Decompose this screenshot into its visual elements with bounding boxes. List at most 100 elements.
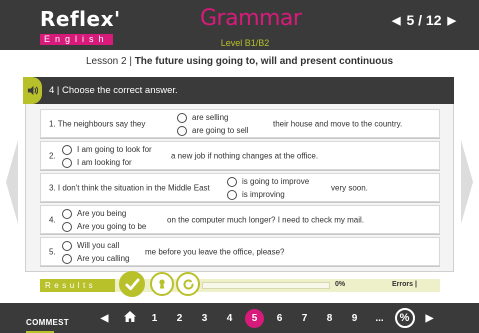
option-label: is improving: [242, 190, 285, 199]
home-icon: [123, 311, 136, 322]
exercise-instruction: 4 | Choose the correct answer.: [49, 85, 178, 96]
app-footer: COMMEST ◀ 1 2 3 4 5 6 7 8 9 ... % ▶: [0, 303, 479, 333]
question-text-before: 4.: [49, 215, 56, 224]
brand-logo: Reflex' English: [40, 9, 130, 47]
pager-count: 5 / 12: [406, 12, 442, 28]
radio-button[interactable]: [177, 125, 187, 136]
question-text-after: on the computer much longer? I need to c…: [167, 215, 364, 224]
radio-button[interactable]: [62, 240, 72, 251]
results-label: Results: [40, 279, 115, 292]
answer-option[interactable]: is going to improve: [227, 175, 309, 188]
option-label: I am going to look for: [77, 145, 152, 154]
option-label: Are you calling: [77, 254, 130, 263]
answer-option[interactable]: Are you being: [62, 207, 146, 220]
nav-page-3[interactable]: 3: [192, 313, 217, 324]
check-icon: [124, 277, 140, 290]
section-title: Grammar: [200, 6, 302, 31]
hint-button[interactable]: [150, 272, 174, 296]
question-row: 1. The neighbours say they are selling a…: [40, 109, 440, 138]
radio-button[interactable]: [62, 208, 72, 219]
errors-count: Errors |: [392, 281, 417, 288]
question-text-before: 3. I don't think the situation in the Mi…: [49, 183, 210, 192]
commest-brand: COMMEST: [26, 318, 69, 327]
app-header: Reflex' English Grammar Level B1/B2 ◀ 5 …: [0, 0, 479, 50]
nav-prev-icon[interactable]: ◀: [92, 313, 117, 324]
speaker-icon: [27, 85, 38, 96]
question-text-after: a new job if nothing changes at the offi…: [171, 151, 319, 160]
lesson-prefix: Lesson 2 |: [85, 56, 135, 67]
nav-page-7[interactable]: 7: [292, 313, 317, 324]
question-row: 2. I am going to look for I am looking f…: [40, 141, 440, 170]
option-label: are selling: [192, 113, 229, 122]
nav-score-button[interactable]: %: [392, 308, 417, 328]
results-bar: Results 0% Errors |: [40, 271, 440, 297]
previous-page-arrow-icon[interactable]: [6, 140, 18, 224]
option-label: Are you going to be: [77, 222, 147, 231]
option-label: is going to improve: [242, 177, 310, 186]
pager-prev-icon[interactable]: ◀: [392, 14, 400, 27]
answer-options: I am going to look for I am looking for: [62, 143, 152, 169]
keyhole-icon: [159, 279, 165, 289]
question-list: 1. The neighbours say they are selling a…: [40, 109, 440, 269]
refresh-icon: [183, 278, 194, 290]
radio-button[interactable]: [227, 189, 237, 200]
answer-options: are selling are going to sell: [177, 111, 248, 137]
option-label: I am looking for: [77, 158, 132, 167]
option-label: are going to sell: [192, 126, 249, 135]
brand-name: Reflex': [40, 7, 121, 31]
question-text-after: me before you leave the office, please?: [145, 247, 285, 256]
answer-options: is going to improve is improving: [227, 175, 309, 201]
score-percent: 0%: [335, 281, 346, 288]
radio-button[interactable]: [227, 176, 237, 187]
exercise-card: 4 | Choose the correct answer. 1. The ne…: [23, 77, 454, 272]
next-page-arrow-icon[interactable]: [461, 140, 473, 224]
nav-page-5-current[interactable]: 5: [242, 308, 267, 328]
reset-button[interactable]: [176, 272, 200, 296]
option-label: Will you call: [77, 241, 120, 250]
answer-option[interactable]: I am going to look for: [62, 143, 152, 156]
radio-button[interactable]: [62, 144, 72, 155]
nav-page-1[interactable]: 1: [142, 313, 167, 324]
current-page-badge: 5: [245, 308, 264, 328]
question-text-after: their house and move to the country.: [273, 119, 403, 128]
answer-option[interactable]: is improving: [227, 188, 309, 201]
answer-options: Are you being Are you going to be: [62, 207, 146, 233]
exercise-header: 4 | Choose the correct answer.: [23, 77, 454, 104]
score-progress-bar: [202, 282, 330, 289]
brand-subtitle: English: [40, 34, 113, 45]
question-text-before: 5.: [49, 247, 56, 256]
nav-home-button[interactable]: [117, 311, 142, 325]
nav-page-8[interactable]: 8: [317, 313, 342, 324]
nav-page-6[interactable]: 6: [267, 313, 292, 324]
radio-button[interactable]: [62, 253, 72, 264]
answer-option[interactable]: are selling: [177, 111, 248, 124]
answer-option[interactable]: Are you going to be: [62, 220, 146, 233]
level-label: Level B1/B2: [220, 38, 270, 48]
question-text-after: very soon.: [331, 183, 368, 192]
exercise-pager: ◀ 5 / 12 ▶: [392, 12, 456, 28]
answer-options: Will you call Are you calling: [62, 239, 129, 265]
question-text-before: 1. The neighbours say they: [49, 119, 146, 128]
nav-page-9[interactable]: 9: [342, 313, 367, 324]
answer-option[interactable]: are going to sell: [177, 124, 248, 137]
answer-option[interactable]: Are you calling: [62, 252, 129, 265]
option-label: Are you being: [77, 209, 127, 218]
nav-next-icon[interactable]: ▶: [417, 313, 442, 324]
nav-more[interactable]: ...: [367, 313, 392, 324]
pager-next-icon[interactable]: ▶: [448, 14, 456, 27]
radio-button[interactable]: [62, 221, 72, 232]
lesson-title: Lesson 2 | The future using going to, wi…: [0, 56, 479, 67]
audio-button[interactable]: [23, 77, 42, 104]
percent-icon: %: [394, 308, 415, 328]
answer-option[interactable]: Will you call: [62, 239, 129, 252]
answer-option[interactable]: I am looking for: [62, 156, 152, 169]
radio-button[interactable]: [62, 157, 72, 168]
lesson-name: The future using going to, will and pres…: [134, 56, 394, 67]
radio-button[interactable]: [177, 112, 187, 123]
question-row: 5. Will you call Are you calling me befo…: [40, 237, 440, 266]
check-answers-button[interactable]: [119, 271, 145, 297]
nav-page-4[interactable]: 4: [217, 313, 242, 324]
question-row: 4. Are you being Are you going to be on …: [40, 205, 440, 234]
question-text-before: 2.: [49, 151, 56, 160]
nav-page-2[interactable]: 2: [167, 313, 192, 324]
